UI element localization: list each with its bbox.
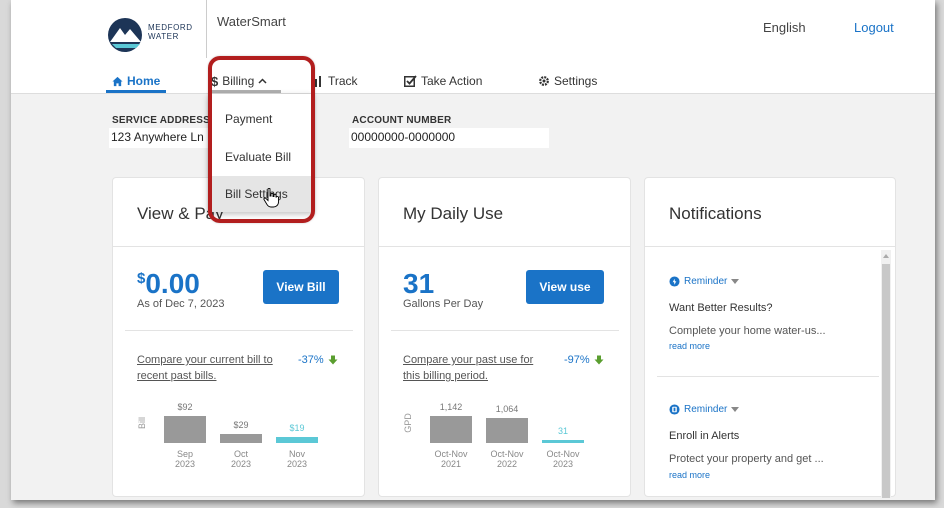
- divider: [113, 246, 364, 247]
- account-number-value: 00000000-0000000: [349, 128, 549, 148]
- divider: [125, 330, 353, 331]
- notification-title: Enroll in Alerts: [669, 430, 740, 442]
- chart-data-label: $29: [233, 420, 248, 430]
- logo-mountain-icon: [108, 18, 142, 52]
- service-address-label: SERVICE ADDRESS: [112, 115, 211, 126]
- daily-use-unit: Gallons Per Day: [403, 298, 484, 310]
- chart-y-axis-label: Bill: [137, 417, 147, 429]
- card-title: My Daily Use: [403, 204, 504, 223]
- chart-data-label: 1,142: [440, 402, 463, 412]
- tab-settings-label: Settings: [554, 74, 598, 88]
- notification-tag[interactable]: Reminder: [669, 276, 740, 287]
- account-number-label: ACCOUNT NUMBER: [352, 115, 452, 126]
- lightbulb-icon: [669, 276, 680, 287]
- chart-tick-label: Oct-Nov: [546, 449, 580, 459]
- logo-text: MEDFORD WATER: [148, 23, 193, 41]
- bill-history-chart: Bill$92Sep2023$29Oct2023$19Nov2023: [137, 402, 318, 469]
- chart-tick-label: 2021: [441, 459, 461, 469]
- notification-body: Complete your home water-us...: [669, 325, 826, 337]
- view-bill-button[interactable]: View Bill: [263, 270, 339, 304]
- chart-tick-label: Oct-Nov: [434, 449, 468, 459]
- language-selector[interactable]: English: [763, 20, 806, 35]
- caret-down-icon: [731, 407, 740, 412]
- annotation-highlight-box: [208, 56, 315, 223]
- chart-tick-label: Nov: [289, 449, 306, 459]
- tab-track-label: Track: [328, 74, 358, 88]
- divider: [379, 246, 630, 247]
- notification-title: Want Better Results?: [669, 302, 773, 314]
- bar-chart-icon: [315, 75, 321, 87]
- hand-cursor-icon: [263, 188, 279, 208]
- notification-body: Protect your property and get ...: [669, 453, 824, 465]
- card-title: Notifications: [669, 204, 762, 223]
- daily-use-chart: GPD1,142Oct-Nov20211,064Oct-Nov202231Oct…: [403, 402, 584, 469]
- chart-tick-label: Oct-Nov: [490, 449, 524, 459]
- chart-bar: [220, 434, 262, 443]
- daily-use-card: My Daily Use 31 Gallons Per Day View use…: [378, 177, 631, 497]
- caret-down-icon: [731, 279, 740, 284]
- gear-icon: [539, 76, 549, 86]
- divider: [657, 376, 879, 377]
- bill-change: -37%: [298, 354, 338, 366]
- chart-data-label: $19: [289, 423, 304, 433]
- divider: [645, 246, 895, 247]
- chart-data-label: 31: [558, 426, 568, 436]
- bill-change-value: -37%: [298, 354, 324, 366]
- compare-use-link[interactable]: Compare your past use for this billing p…: [403, 352, 543, 384]
- medford-water-logo[interactable]: MEDFORD WATER: [106, 16, 200, 54]
- view-use-button[interactable]: View use: [526, 270, 604, 304]
- notifications-scrollbar[interactable]: [881, 250, 891, 498]
- checkbox-icon: [404, 75, 417, 87]
- chart-bar: [276, 437, 318, 443]
- active-tab-indicator: [106, 90, 166, 93]
- bill-date: As of Dec 7, 2023: [137, 298, 225, 310]
- top-header: MEDFORD WATER WaterSmart English Logout …: [11, 0, 935, 94]
- app-window: MEDFORD WATER WaterSmart English Logout …: [11, 0, 935, 500]
- divider: [391, 330, 619, 331]
- chart-tick-label: 2023: [231, 459, 251, 469]
- bill-amount: $0.00: [137, 268, 200, 299]
- compare-bills-link[interactable]: Compare your current bill to recent past…: [137, 352, 277, 384]
- use-change-value: -97%: [564, 354, 590, 366]
- read-more-link[interactable]: read more: [669, 470, 710, 480]
- daily-use-value: 31: [403, 268, 435, 299]
- scrollbar-thumb[interactable]: [882, 264, 890, 498]
- header-divider: [206, 0, 207, 58]
- chart-tick-label: 2023: [553, 459, 573, 469]
- scroll-up-icon[interactable]: [881, 252, 891, 260]
- chart-tick-label: Oct: [234, 449, 249, 459]
- tab-take-action-label: Take Action: [421, 74, 483, 88]
- chart-tick-label: 2022: [497, 459, 517, 469]
- chart-bar: [164, 416, 206, 443]
- chart-y-axis-label: GPD: [403, 413, 413, 433]
- chart-tick-label: 2023: [287, 459, 307, 469]
- notification-tag-label: Reminder: [684, 276, 728, 287]
- tab-take-action[interactable]: Take Action: [404, 72, 482, 90]
- app-name: WaterSmart: [217, 14, 286, 29]
- tab-settings[interactable]: Settings: [538, 72, 597, 90]
- arrow-down-icon: [328, 355, 338, 365]
- tab-home[interactable]: Home: [112, 72, 160, 90]
- notifications-card: Notifications Reminder Want Better Resul…: [644, 177, 896, 498]
- alert-icon: [669, 404, 680, 415]
- chart-tick-label: Sep: [177, 449, 193, 459]
- home-icon: [112, 76, 123, 86]
- chart-tick-label: 2023: [175, 459, 195, 469]
- arrow-down-icon: [594, 355, 604, 365]
- chart-data-label: $92: [177, 402, 192, 412]
- chart-bar: [486, 418, 528, 443]
- logout-link[interactable]: Logout: [854, 20, 894, 35]
- chart-data-label: 1,064: [496, 404, 519, 414]
- notification-tag[interactable]: Reminder: [669, 404, 740, 415]
- chart-bar: [542, 440, 584, 443]
- tab-track[interactable]: Track: [314, 72, 358, 90]
- read-more-link[interactable]: read more: [669, 341, 710, 351]
- use-change: -97%: [564, 354, 604, 366]
- tab-home-label: Home: [127, 74, 161, 88]
- view-bill-card: View & Pay $0.00 As of Dec 7, 2023 View …: [112, 177, 365, 497]
- notification-tag-label: Reminder: [684, 404, 728, 415]
- chart-bar: [430, 416, 472, 443]
